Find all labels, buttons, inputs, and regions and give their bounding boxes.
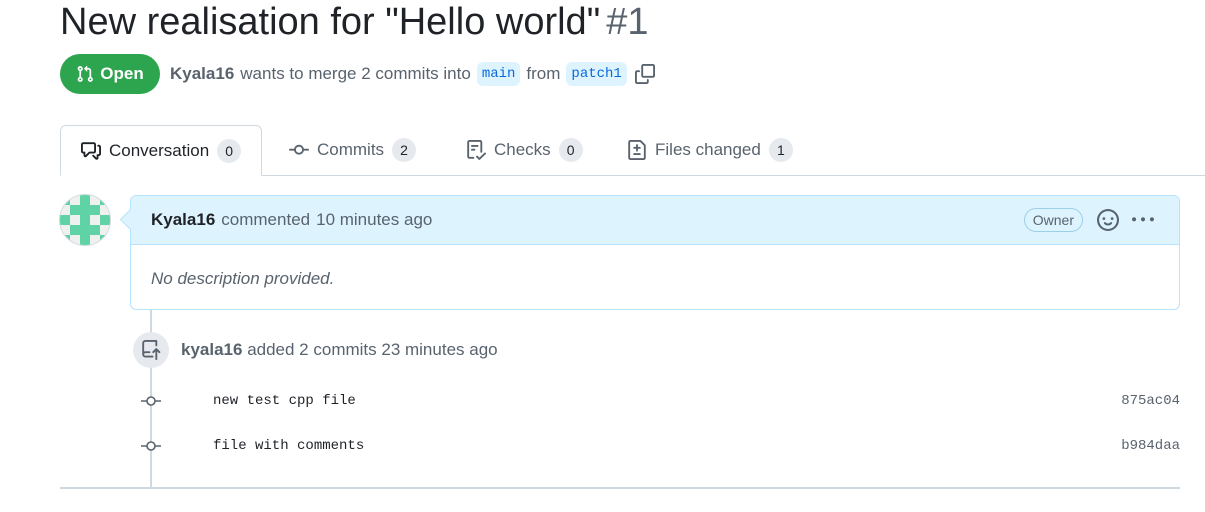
tab-files-changed-count: 1: [768, 138, 793, 162]
comment-box: Kyala16 commented 10 minutes ago Owner N…: [130, 195, 1180, 310]
tab-conversation-count: 0: [217, 138, 242, 163]
pr-state-badge: Open: [60, 54, 160, 94]
commit-sha-link[interactable]: b984daa: [1121, 438, 1180, 454]
git-commit-icon: [141, 396, 161, 406]
tab-conversation[interactable]: Conversation 0: [60, 125, 263, 176]
git-commit-icon: [141, 441, 161, 451]
tab-files-changed[interactable]: Files changed 1: [627, 125, 793, 175]
pr-meta: Kyala16 wants to merge 2 commits into ma…: [170, 60, 655, 88]
divider: [60, 487, 1180, 489]
git-commit-icon: [289, 144, 309, 155]
kebab-horizontal-icon[interactable]: [1131, 209, 1155, 231]
tab-conversation-label: Conversation: [109, 140, 210, 160]
comment-action: commented: [221, 210, 311, 229]
commit-message-link[interactable]: file with comments: [213, 438, 364, 454]
from-text: from: [526, 64, 561, 83]
tab-files-changed-label: Files changed: [655, 140, 761, 159]
timeline-event: kyala16 added 2 commits 23 minutes ago: [181, 340, 498, 360]
commit-message-link[interactable]: new test cpp file: [213, 393, 356, 409]
pr-tabs: Conversation 0 Commits 2 Checks 0 Files …: [60, 125, 1205, 176]
event-text: added 2 commits 23 minutes ago: [247, 340, 498, 359]
comment-time-link[interactable]: 10 minutes ago: [316, 210, 432, 230]
event-author-link[interactable]: kyala16: [181, 340, 242, 359]
file-diff-icon: [628, 140, 646, 160]
avatar[interactable]: [60, 195, 110, 245]
pr-title: New realisation for "Hello world" #1: [60, 0, 648, 44]
tab-checks[interactable]: Checks 0: [466, 125, 583, 175]
tab-commits[interactable]: Commits 2: [289, 125, 417, 175]
repo-push-icon: [133, 332, 169, 368]
base-branch[interactable]: main: [476, 62, 521, 86]
role-badge: Owner: [1023, 208, 1083, 232]
git-pull-request-icon: [77, 65, 94, 82]
comment-author-link[interactable]: Kyala16: [151, 210, 215, 230]
commit-sha-link[interactable]: 875ac04: [1121, 393, 1180, 409]
pr-number: #1: [606, 1, 649, 43]
smiley-icon[interactable]: [1097, 209, 1119, 231]
pr-merge-text: wants to merge 2 commits into: [240, 64, 471, 83]
pr-author-link[interactable]: Kyala16: [170, 64, 234, 84]
checklist-icon: [467, 140, 486, 160]
tab-checks-label: Checks: [494, 140, 551, 159]
tab-commits-count: 2: [392, 138, 417, 162]
comment-discussion-icon: [81, 141, 101, 160]
tab-commits-label: Commits: [317, 140, 385, 159]
comment-header: Kyala16 commented 10 minutes ago Owner: [131, 196, 1179, 245]
comment-body: No description provided.: [151, 269, 335, 288]
copy-icon[interactable]: [634, 64, 655, 84]
pr-title-text: New realisation for "Hello world": [60, 1, 601, 43]
head-branch[interactable]: patch1: [566, 62, 627, 86]
pr-state-label: Open: [100, 64, 144, 83]
tab-checks-count: 0: [558, 138, 583, 162]
